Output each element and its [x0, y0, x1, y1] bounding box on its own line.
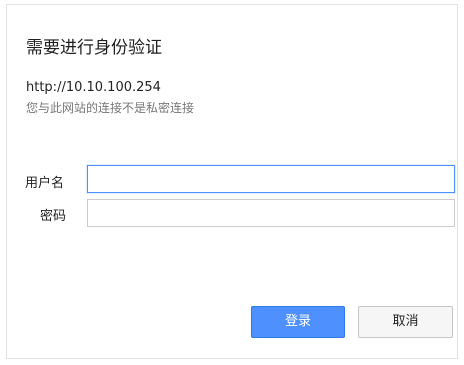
password-label: 密码 — [40, 209, 67, 224]
connection-warning: 您与此网站的连接不是私密连接 — [26, 101, 195, 115]
username-input[interactable] — [87, 165, 455, 193]
login-button[interactable]: 登录 — [251, 306, 345, 338]
site-url: http://10.10.100.254 — [26, 80, 161, 95]
auth-dialog: 需要进行身份验证 http://10.10.100.254 您与此网站的连接不是… — [6, 4, 458, 359]
password-input[interactable] — [87, 199, 455, 227]
dialog-title: 需要进行身份验证 — [26, 38, 162, 58]
cancel-button[interactable]: 取消 — [358, 306, 453, 338]
username-label: 用户名 — [25, 176, 65, 191]
